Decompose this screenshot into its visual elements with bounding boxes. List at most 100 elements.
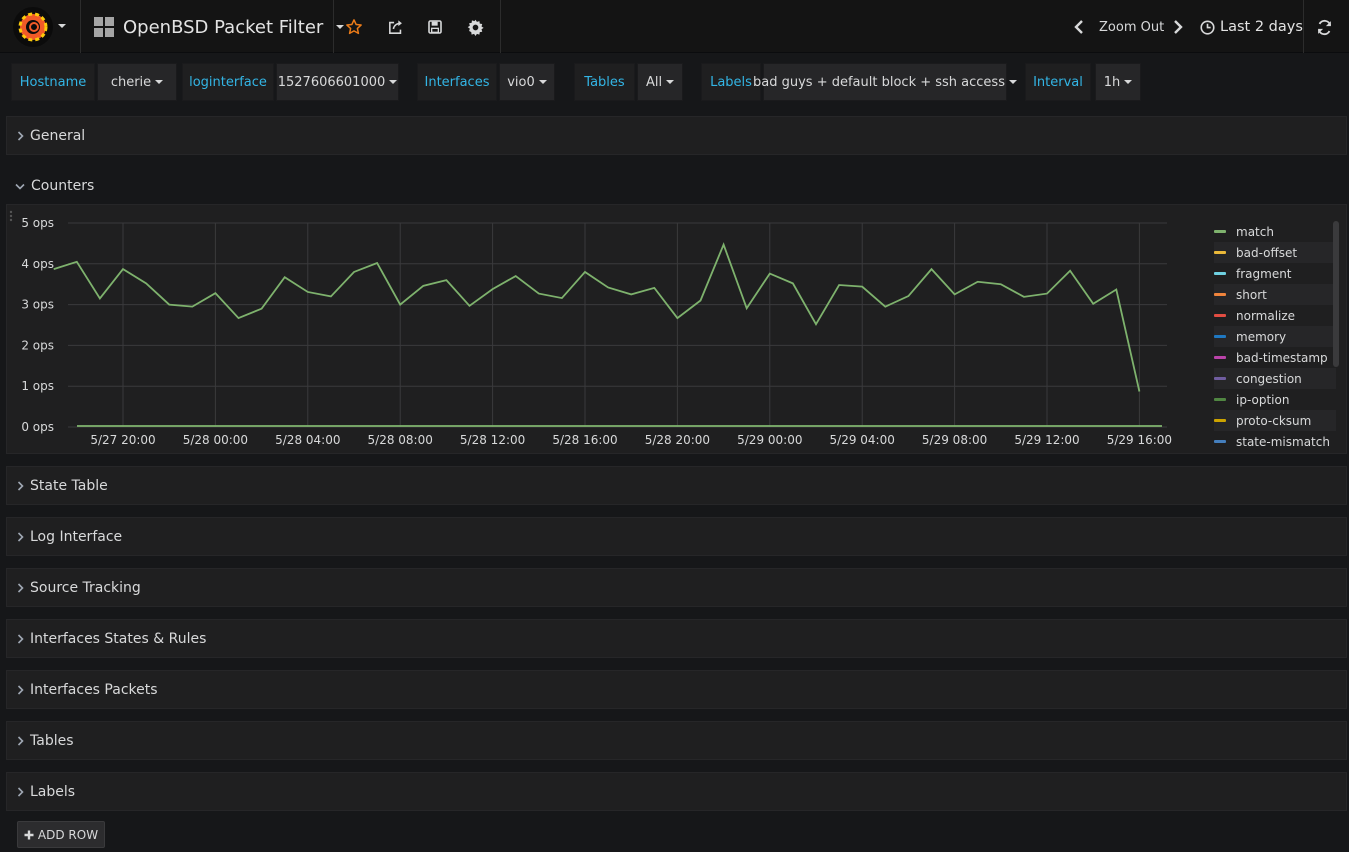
legend-item[interactable]: bad-offset xyxy=(1214,242,1336,263)
legend-swatch xyxy=(1214,230,1226,233)
y-tick-label: 5 ops xyxy=(21,216,54,230)
row-title: Interfaces Packets xyxy=(30,681,158,698)
time-forward-button[interactable] xyxy=(1173,20,1183,34)
legend-label: congestion xyxy=(1236,371,1302,386)
y-tick-label: 0 ops xyxy=(21,420,54,434)
row-title: Log Interface xyxy=(30,528,123,545)
x-tick-label: 5/28 04:00 xyxy=(275,433,340,447)
variable-select-tables[interactable]: All xyxy=(637,63,683,101)
variable-value: vio0 xyxy=(507,74,535,90)
row-tables[interactable]: Tables xyxy=(6,721,1347,760)
chevron-down-icon xyxy=(155,80,164,84)
chevron-down-icon xyxy=(389,80,398,84)
variable-label-loginterface: loginterface xyxy=(182,63,274,101)
chevron-down-icon xyxy=(666,80,675,84)
legend-label: memory xyxy=(1236,329,1287,344)
legend-swatch xyxy=(1214,251,1226,254)
legend-swatch xyxy=(1214,356,1226,359)
variable-value: bad guys + default block + ssh access xyxy=(753,74,1005,90)
legend-item[interactable]: congestion xyxy=(1214,368,1336,389)
star-button[interactable] xyxy=(340,13,368,41)
row-source-tracking[interactable]: Source Tracking xyxy=(6,568,1347,607)
series-line-match xyxy=(53,242,1141,392)
legend-label: fragment xyxy=(1236,266,1292,281)
x-tick-label: 5/28 16:00 xyxy=(552,433,617,447)
row-title: Tables xyxy=(30,732,74,749)
refresh-button[interactable] xyxy=(1310,13,1338,41)
legend-label: proto-cksum xyxy=(1236,413,1312,428)
legend-item[interactable]: fragment xyxy=(1214,263,1336,284)
legend-item[interactable]: short xyxy=(1214,284,1336,305)
variable-select-interfaces[interactable]: vio0 xyxy=(499,63,555,101)
chevron-right-icon xyxy=(13,784,28,799)
x-tick-label: 5/29 12:00 xyxy=(1014,433,1079,447)
save-icon xyxy=(428,20,442,34)
variable-value: 1h xyxy=(1103,74,1121,90)
row-general[interactable]: General xyxy=(6,116,1347,155)
time-range-picker[interactable]: Last 2 days xyxy=(1200,14,1303,40)
row-interfaces-states-rules[interactable]: Interfaces States & Rules xyxy=(6,619,1347,658)
legend-item[interactable]: normalize xyxy=(1214,305,1336,326)
row-interfaces-packets[interactable]: Interfaces Packets xyxy=(6,670,1347,709)
variable-label-labels: Labels xyxy=(701,63,761,101)
chevron-right-icon xyxy=(13,631,28,646)
variable-label-interval: Interval xyxy=(1025,63,1091,101)
time-back-button[interactable] xyxy=(1074,20,1090,34)
star-icon xyxy=(346,19,362,35)
save-button[interactable] xyxy=(421,13,449,41)
chevron-down-icon xyxy=(538,80,547,84)
legend-item[interactable]: memory xyxy=(1214,326,1336,347)
chevron-right-icon xyxy=(1174,20,1183,34)
gear-icon xyxy=(467,19,484,36)
row-labels[interactable]: Labels xyxy=(6,772,1347,811)
row-log-interface[interactable]: Log Interface xyxy=(6,517,1347,556)
row-title: State Table xyxy=(30,477,108,494)
legend-item[interactable]: proto-cksum xyxy=(1214,410,1336,431)
legend-scrollbar[interactable] xyxy=(1333,221,1339,367)
dashboard-picker[interactable]: OpenBSD Packet Filter xyxy=(94,14,345,40)
chevron-down-icon xyxy=(1124,80,1133,84)
row-counters[interactable]: Counters xyxy=(6,171,94,201)
legend-swatch xyxy=(1214,440,1226,443)
legend-item[interactable]: match xyxy=(1214,221,1336,242)
legend-item[interactable]: bad-timestamp xyxy=(1214,347,1336,368)
counters-graph-panel[interactable]: 0 ops 1 ops 2 ops 3 ops 4 ops 5 ops 5/27 20:00… xyxy=(6,204,1347,454)
clock-icon xyxy=(1200,19,1215,35)
legend-item[interactable]: ip-option xyxy=(1214,389,1336,410)
variable-select-hostname[interactable]: cherie xyxy=(97,63,177,101)
refresh-icon xyxy=(1317,19,1331,35)
y-tick-label: 2 ops xyxy=(21,338,54,352)
counters-chart[interactable]: 0 ops 1 ops 2 ops 3 ops 4 ops 5 ops 5/27 20:00… xyxy=(7,205,1207,453)
share-button[interactable] xyxy=(381,13,409,41)
grafana-logo[interactable] xyxy=(13,7,53,47)
variable-value: 1527606601000 xyxy=(277,74,386,90)
x-tick-label: 5/29 00:00 xyxy=(737,433,802,447)
legend-label: match xyxy=(1236,224,1274,239)
variable-select-labels[interactable]: bad guys + default block + ssh access xyxy=(753,63,1017,101)
chart-legend: match bad-offset fragment short normalize mem… xyxy=(1214,221,1336,453)
row-state-table[interactable]: State Table xyxy=(6,466,1347,505)
legend-label: bad-timestamp xyxy=(1236,350,1328,365)
legend-item[interactable]: state-mismatch xyxy=(1214,431,1336,452)
settings-button[interactable] xyxy=(461,13,489,41)
legend-swatch xyxy=(1214,419,1226,422)
add-row-button[interactable]: ADD ROW xyxy=(17,821,105,848)
grafana-logo-icon xyxy=(18,12,48,42)
legend-label: bad-offset xyxy=(1236,245,1298,260)
zoom-out-button[interactable]: Zoom Out xyxy=(1099,20,1164,35)
y-tick-label: 1 ops xyxy=(21,379,54,393)
variable-select-interval[interactable]: 1h xyxy=(1095,63,1141,101)
logo-caret-icon[interactable] xyxy=(58,24,66,28)
variable-select-loginterface[interactable]: 1527606601000 xyxy=(276,63,399,101)
chevron-right-icon xyxy=(13,478,28,493)
x-tick-label: 5/29 04:00 xyxy=(830,433,895,447)
divider xyxy=(80,0,81,53)
variable-value: All xyxy=(645,74,663,90)
chevron-right-icon xyxy=(13,128,28,143)
chevron-down-icon xyxy=(1008,80,1017,84)
variable-label-hostname: Hostname xyxy=(11,63,95,101)
chevron-right-icon xyxy=(13,529,28,544)
chevron-right-icon xyxy=(13,733,28,748)
chevron-left-icon xyxy=(1074,20,1083,34)
y-tick-label: 4 ops xyxy=(21,257,54,271)
